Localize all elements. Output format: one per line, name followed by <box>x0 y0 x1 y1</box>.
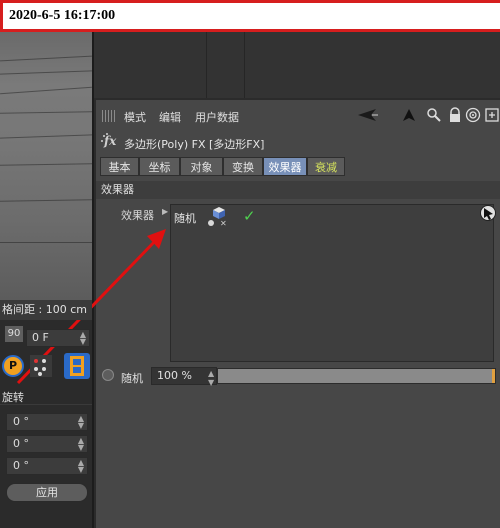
film-strip-icon[interactable] <box>64 353 90 379</box>
rotation-p-field[interactable]: 0 ° ▲ ▼ <box>6 435 88 453</box>
rotation-h-field[interactable]: 0 ° ▲ ▼ <box>6 413 88 431</box>
apply-button[interactable]: 应用 <box>6 483 88 502</box>
random-spinner[interactable]: ▲ ▼ <box>208 369 214 387</box>
current-frame-field[interactable]: 0 F ▲ ▼ <box>26 329 90 347</box>
keyframe-dots-icon[interactable] <box>30 355 52 377</box>
animate-radio[interactable] <box>102 369 114 381</box>
rotation-title: 旋转 <box>2 391 24 404</box>
random-value-text: 100 % <box>157 369 192 382</box>
random-label: 随机 <box>121 372 143 385</box>
current-frame-text: 0 F <box>32 331 49 344</box>
random-slider-fill <box>218 369 495 383</box>
rotation-p-value: 0 ° <box>13 437 29 450</box>
frame-spinner[interactable]: ▲ ▼ <box>80 331 86 346</box>
rotation-b-value: 0 ° <box>13 459 29 472</box>
grid-distance-readout: 格间距 : 100 cm <box>0 300 92 320</box>
frame-field-small[interactable]: 90 <box>5 326 23 342</box>
random-slider-knob[interactable] <box>492 369 495 383</box>
keyframe-p-button[interactable]: P <box>2 355 24 377</box>
divider <box>0 404 92 405</box>
rotation-h-value: 0 ° <box>13 415 29 428</box>
rotation-b-field[interactable]: 0 ° ▲ ▼ <box>6 457 88 475</box>
